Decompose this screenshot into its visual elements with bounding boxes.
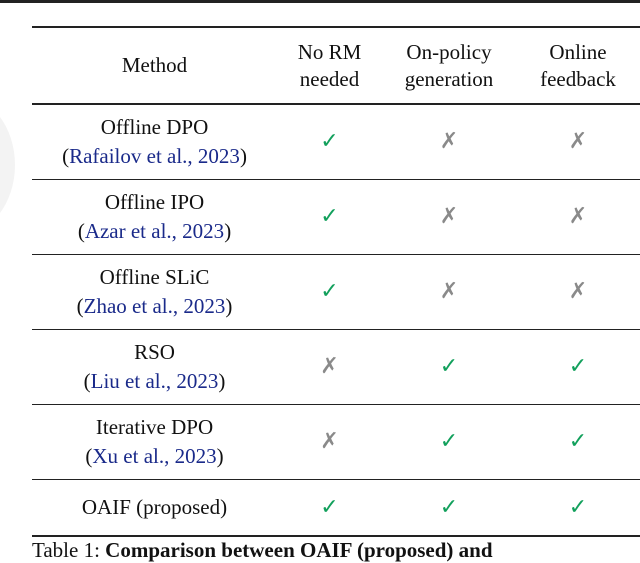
header-no-rm-needed: No RM needed	[277, 27, 382, 104]
no-rm-needed-cell: ✓	[277, 479, 382, 536]
on-policy-generation-cell: ✗	[382, 104, 516, 179]
on-policy-generation-cell: ✓	[382, 404, 516, 479]
method-name: Iterative DPO	[95, 414, 214, 439]
online-feedback-cell: ✗	[516, 254, 640, 329]
cross-icon: ✗	[439, 129, 459, 155]
header-online-feedback: Online feedback	[516, 27, 640, 104]
method-cell: Offline DPO (Rafailov et al., 2023)	[32, 104, 277, 179]
table-row: OAIF (proposed) ✓ ✓ ✓	[32, 479, 640, 536]
citation-close-paren: )	[218, 368, 226, 393]
check-icon: ✓	[439, 429, 459, 454]
citation: (Azar et al., 2023)	[32, 217, 277, 246]
method-name: Offline SLiC	[99, 264, 210, 289]
header-line: generation	[404, 66, 494, 91]
page-top-rule	[0, 0, 640, 3]
cross-icon: ✗	[568, 204, 588, 229]
citation-link[interactable]: Azar et al., 2023	[85, 219, 224, 243]
online-feedback-cell: ✗	[516, 179, 640, 254]
header-line: On-policy	[406, 39, 492, 64]
check-icon: ✓	[320, 279, 339, 304]
citation: (Xu et al., 2023)	[32, 442, 277, 471]
method-cell: OAIF (proposed)	[32, 479, 277, 536]
cross-icon: ✗	[439, 279, 459, 304]
on-policy-generation-cell: ✓	[382, 479, 516, 536]
header-line: feedback	[540, 66, 616, 91]
method-name: OAIF (proposed)	[81, 494, 228, 519]
comparison-table-container: Method No RM needed On-policy generation…	[32, 26, 640, 537]
cross-icon: ✗	[320, 429, 339, 454]
method-cell: Offline IPO (Azar et al., 2023)	[32, 179, 277, 254]
check-icon: ✓	[320, 204, 339, 229]
citation-link[interactable]: Zhao et al., 2023	[84, 294, 226, 318]
check-icon: ✓	[568, 494, 588, 520]
citation: (Liu et al., 2023)	[32, 367, 277, 396]
citation-open-paren: (	[62, 143, 70, 168]
no-rm-needed-cell: ✗	[277, 329, 382, 404]
no-rm-needed-cell: ✗	[277, 404, 382, 479]
cross-icon: ✗	[568, 129, 588, 155]
table-row: RSO (Liu et al., 2023) ✗ ✓ ✓	[32, 329, 640, 404]
header-method-label: Method	[121, 53, 188, 77]
check-icon: ✓	[320, 494, 339, 520]
method-name: Offline IPO	[104, 189, 205, 214]
header-line: No RM	[297, 39, 362, 64]
citation-open-paren: (	[76, 293, 84, 318]
citation-close-paren: )	[224, 218, 232, 243]
check-icon: ✓	[568, 429, 588, 454]
cross-icon: ✗	[568, 279, 588, 304]
table-row: Iterative DPO (Xu et al., 2023) ✗ ✓ ✓	[32, 404, 640, 479]
check-icon: ✓	[320, 129, 339, 155]
cross-icon: ✗	[320, 354, 339, 379]
citation: (Rafailov et al., 2023)	[32, 142, 277, 171]
method-cell: Iterative DPO (Xu et al., 2023)	[32, 404, 277, 479]
online-feedback-cell: ✓	[516, 479, 640, 536]
table-row: Offline SLiC (Zhao et al., 2023) ✓ ✗ ✗	[32, 254, 640, 329]
cross-icon: ✗	[439, 204, 459, 229]
table-header-row: Method No RM needed On-policy generation…	[32, 27, 640, 104]
method-cell: Offline SLiC (Zhao et al., 2023)	[32, 254, 277, 329]
citation-close-paren: )	[225, 293, 233, 318]
header-method: Method	[32, 27, 277, 104]
no-rm-needed-cell: ✓	[277, 179, 382, 254]
citation-link[interactable]: Xu et al., 2023	[92, 444, 216, 468]
on-policy-generation-cell: ✗	[382, 179, 516, 254]
method-cell: RSO (Liu et al., 2023)	[32, 329, 277, 404]
caption-label: Table 1:	[32, 538, 100, 562]
method-name: Offline DPO	[100, 114, 209, 139]
citation-link[interactable]: Rafailov et al., 2023	[69, 144, 240, 168]
no-rm-needed-cell: ✓	[277, 254, 382, 329]
on-policy-generation-cell: ✗	[382, 254, 516, 329]
method-name: RSO	[134, 339, 175, 364]
online-feedback-cell: ✓	[516, 329, 640, 404]
caption-bold-text: Comparison between OAIF (proposed) and	[105, 538, 493, 562]
citation-close-paren: )	[239, 143, 247, 168]
citation-open-paren: (	[77, 218, 85, 243]
citation: (Zhao et al., 2023)	[32, 292, 277, 321]
header-line: needed	[299, 66, 360, 91]
on-policy-generation-cell: ✓	[382, 329, 516, 404]
header-on-policy-generation: On-policy generation	[382, 27, 516, 104]
table-row: Offline IPO (Azar et al., 2023) ✓ ✗ ✗	[32, 179, 640, 254]
check-icon: ✓	[568, 354, 588, 379]
no-rm-needed-cell: ✓	[277, 104, 382, 179]
header-line: Online	[549, 39, 607, 64]
online-feedback-cell: ✓	[516, 404, 640, 479]
citation-open-paren: (	[83, 368, 91, 393]
table-caption: Table 1: Comparison between OAIF (propos…	[32, 538, 493, 563]
background-decoration	[0, 95, 15, 235]
online-feedback-cell: ✗	[516, 104, 640, 179]
comparison-table: Method No RM needed On-policy generation…	[32, 26, 640, 537]
table-row: Offline DPO (Rafailov et al., 2023) ✓ ✗ ✗	[32, 104, 640, 179]
check-icon: ✓	[439, 494, 459, 520]
citation-close-paren: )	[216, 443, 224, 468]
citation-link[interactable]: Liu et al., 2023	[91, 369, 219, 393]
check-icon: ✓	[439, 354, 459, 379]
